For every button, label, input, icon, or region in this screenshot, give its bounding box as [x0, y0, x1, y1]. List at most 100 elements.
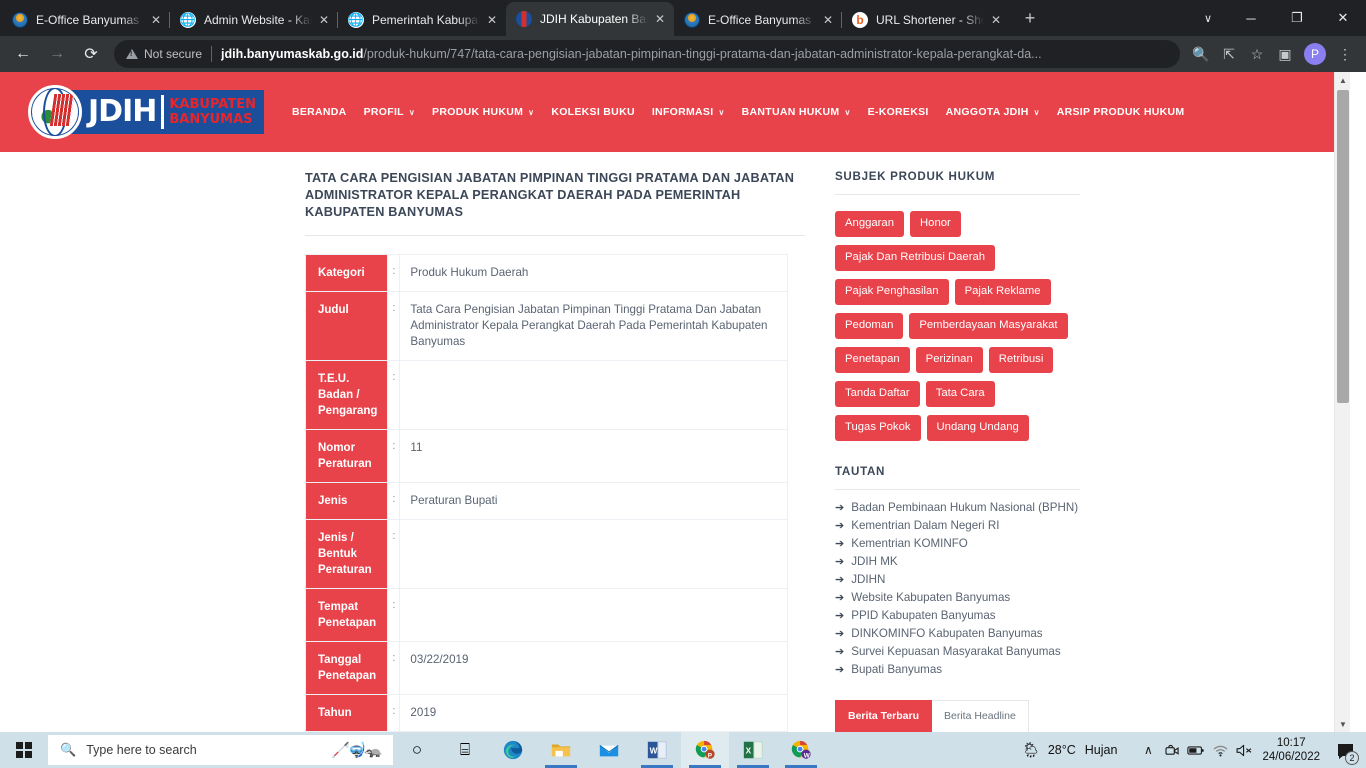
site-logo[interactable]: JDIH KABUPATEN BANYUMAS — [28, 84, 264, 140]
link-label[interactable]: Badan Pembinaan Hukum Nasional (BPHN) — [851, 500, 1078, 516]
scrollbar-thumb[interactable] — [1337, 90, 1349, 403]
tab-berita-terbaru[interactable]: Berita Terbaru — [835, 700, 932, 732]
close-icon[interactable]: ✕ — [148, 12, 164, 28]
subject-tag[interactable]: Tata Cara — [925, 381, 995, 407]
minimize-button[interactable]: ─ — [1228, 2, 1274, 34]
subject-tag[interactable]: Retribusi — [988, 347, 1054, 373]
excel-icon[interactable]: X — [729, 732, 777, 768]
browser-tab[interactable]: E-Office Banyumas ✕ — [2, 3, 170, 36]
close-icon[interactable]: ✕ — [820, 12, 836, 28]
browser-tab[interactable]: 🌐 Pemerintah Kabupaten ✕ — [337, 3, 506, 36]
browser-tab-active[interactable]: JDIH Kabupaten Banyu ✕ — [506, 2, 674, 36]
avatar[interactable]: P — [1304, 43, 1326, 65]
subject-tag[interactable]: Tanda Daftar — [835, 381, 920, 407]
link-label[interactable]: Website Kabupaten Banyumas — [851, 590, 1010, 606]
subject-tag[interactable]: Perizinan — [915, 347, 983, 373]
link-label[interactable]: Bupati Banyumas — [851, 662, 942, 678]
back-button[interactable]: ← — [8, 39, 38, 69]
weather-widget[interactable]: 🌦 28°C Hujan — [1022, 741, 1127, 759]
subject-tag[interactable]: Undang Undang — [926, 415, 1029, 441]
list-item[interactable]: ➔ Badan Pembinaan Hukum Nasional (BPHN) — [835, 500, 1080, 516]
cortana-icon[interactable]: ○ — [393, 732, 441, 768]
list-item[interactable]: ➔ Website Kabupaten Banyumas — [835, 590, 1080, 606]
link-label[interactable]: Kementrian Dalam Negeri RI — [851, 518, 999, 534]
browser-tab[interactable]: 🌐 Admin Website - Kabu ✕ — [169, 3, 338, 36]
chevron-down-icon[interactable]: ∨ — [1188, 2, 1228, 34]
browser-tab[interactable]: E-Office Banyumas ✕ — [674, 3, 842, 36]
wifi-icon[interactable] — [1208, 732, 1232, 768]
menu-label: E-KOREKSI — [867, 106, 929, 118]
list-item[interactable]: ➔ Kementrian Dalam Negeri RI — [835, 518, 1080, 534]
subject-tag[interactable]: Pajak Reklame — [954, 279, 1051, 305]
menu-item-bantuan-hukum[interactable]: BANTUAN HUKUM ∨ — [742, 106, 851, 118]
scroll-down-arrow-icon[interactable]: ▼ — [1335, 716, 1351, 732]
row-value — [399, 588, 788, 642]
battery-icon[interactable] — [1184, 732, 1208, 768]
link-label[interactable]: PPID Kabupaten Banyumas — [851, 608, 995, 624]
subject-tag[interactable]: Tugas Pokok — [835, 415, 921, 441]
subject-tag[interactable]: Pemberdayaan Masyarakat — [909, 313, 1068, 339]
close-icon[interactable]: ✕ — [652, 11, 668, 27]
list-item[interactable]: ➔ Kementrian KOMINFO — [835, 536, 1080, 552]
menu-item-e-koreksi[interactable]: E-KOREKSI — [868, 106, 929, 118]
list-item[interactable]: ➔ JDIH MK — [835, 554, 1080, 570]
task-view-icon[interactable]: ⌸ — [441, 732, 489, 768]
menu-item-anggota-jdih[interactable]: ANGGOTA JDIH ∨ — [946, 106, 1040, 118]
list-item[interactable]: ➔ Survei Kepuasan Masyarakat Banyumas — [835, 644, 1080, 660]
close-icon[interactable]: ✕ — [316, 12, 332, 28]
word-icon[interactable]: W — [633, 732, 681, 768]
list-item[interactable]: ➔ DINKOMINFO Kabupaten Banyumas — [835, 626, 1080, 642]
close-icon[interactable]: ✕ — [484, 12, 500, 28]
menu-item-informasi[interactable]: INFORMASI ∨ — [652, 106, 725, 118]
menu-item-koleksi-buku[interactable]: KOLEKSI BUKU — [551, 106, 635, 118]
chrome-word-icon[interactable]: W — [777, 732, 825, 768]
new-tab-button[interactable]: + — [1016, 5, 1044, 33]
list-item[interactable]: ➔ Bupati Banyumas — [835, 662, 1080, 678]
clock[interactable]: 10:17 24/06/2022 — [1256, 736, 1330, 764]
kebab-menu-icon[interactable]: ⋮ — [1332, 41, 1358, 67]
row-colon: : — [387, 291, 401, 361]
subject-tag[interactable]: Pajak Dan Retribusi Daerah — [835, 245, 996, 271]
search-minus-icon[interactable]: 🔍 — [1188, 41, 1214, 67]
close-window-button[interactable]: ✕ — [1320, 2, 1366, 34]
edge-icon[interactable] — [489, 732, 537, 768]
reload-button[interactable]: ⟳ — [76, 39, 106, 69]
mail-icon[interactable] — [585, 732, 633, 768]
volume-muted-icon[interactable] — [1232, 732, 1256, 768]
subject-tag[interactable]: Pedoman — [835, 313, 904, 339]
menu-item-arsip-produk-hukum[interactable]: ARSIP PRODUK HUKUM — [1057, 106, 1185, 118]
browser-tab[interactable]: b URL Shortener - Short ✕ — [841, 3, 1010, 36]
jdih-icon — [516, 11, 532, 27]
menu-item-profil[interactable]: PROFIL ∨ — [364, 106, 415, 118]
list-item[interactable]: ➔ JDIHN — [835, 572, 1080, 588]
address-bar[interactable]: Not secure jdih.banyumaskab.go.id/produk… — [114, 40, 1180, 68]
menu-item-beranda[interactable]: BERANDA — [292, 106, 347, 118]
forward-button[interactable]: → — [42, 39, 72, 69]
link-label[interactable]: DINKOMINFO Kabupaten Banyumas — [851, 626, 1042, 642]
start-button[interactable] — [0, 732, 48, 768]
subject-tag[interactable]: Penetapan — [835, 347, 910, 373]
scroll-up-arrow-icon[interactable]: ▲ — [1335, 72, 1351, 88]
link-label[interactable]: Kementrian KOMINFO — [851, 536, 968, 552]
file-explorer-icon[interactable] — [537, 732, 585, 768]
star-icon[interactable]: ☆ — [1244, 41, 1270, 67]
chevron-up-icon[interactable]: ∧ — [1136, 732, 1160, 768]
search-input[interactable]: 🔍 Type here to search 🦯🤿🦡 — [48, 735, 393, 765]
subject-tag[interactable]: Anggaran — [835, 211, 904, 237]
camera-icon[interactable] — [1160, 732, 1184, 768]
link-label[interactable]: JDIH MK — [851, 554, 897, 570]
list-item[interactable]: ➔ PPID Kabupaten Banyumas — [835, 608, 1080, 624]
link-label[interactable]: Survei Kepuasan Masyarakat Banyumas — [851, 644, 1060, 660]
menu-item-produk-hukum[interactable]: PRODUK HUKUM ∨ — [432, 106, 534, 118]
chrome-powerpoint-icon[interactable]: P — [681, 732, 729, 768]
share-icon[interactable]: ⇱ — [1216, 41, 1242, 67]
close-icon[interactable]: ✕ — [988, 12, 1004, 28]
notification-center-button[interactable]: 2 — [1330, 732, 1360, 768]
link-label[interactable]: JDIHN — [851, 572, 885, 588]
maximize-button[interactable]: ❐ — [1274, 2, 1320, 34]
subject-tag[interactable]: Honor — [910, 211, 961, 237]
subject-tag[interactable]: Pajak Penghasilan — [835, 279, 949, 305]
tab-berita-headline[interactable]: Berita Headline — [932, 700, 1029, 732]
side-panel-icon[interactable]: ▣ — [1272, 41, 1298, 67]
page-scrollbar[interactable]: ▲ ▼ — [1334, 72, 1350, 732]
